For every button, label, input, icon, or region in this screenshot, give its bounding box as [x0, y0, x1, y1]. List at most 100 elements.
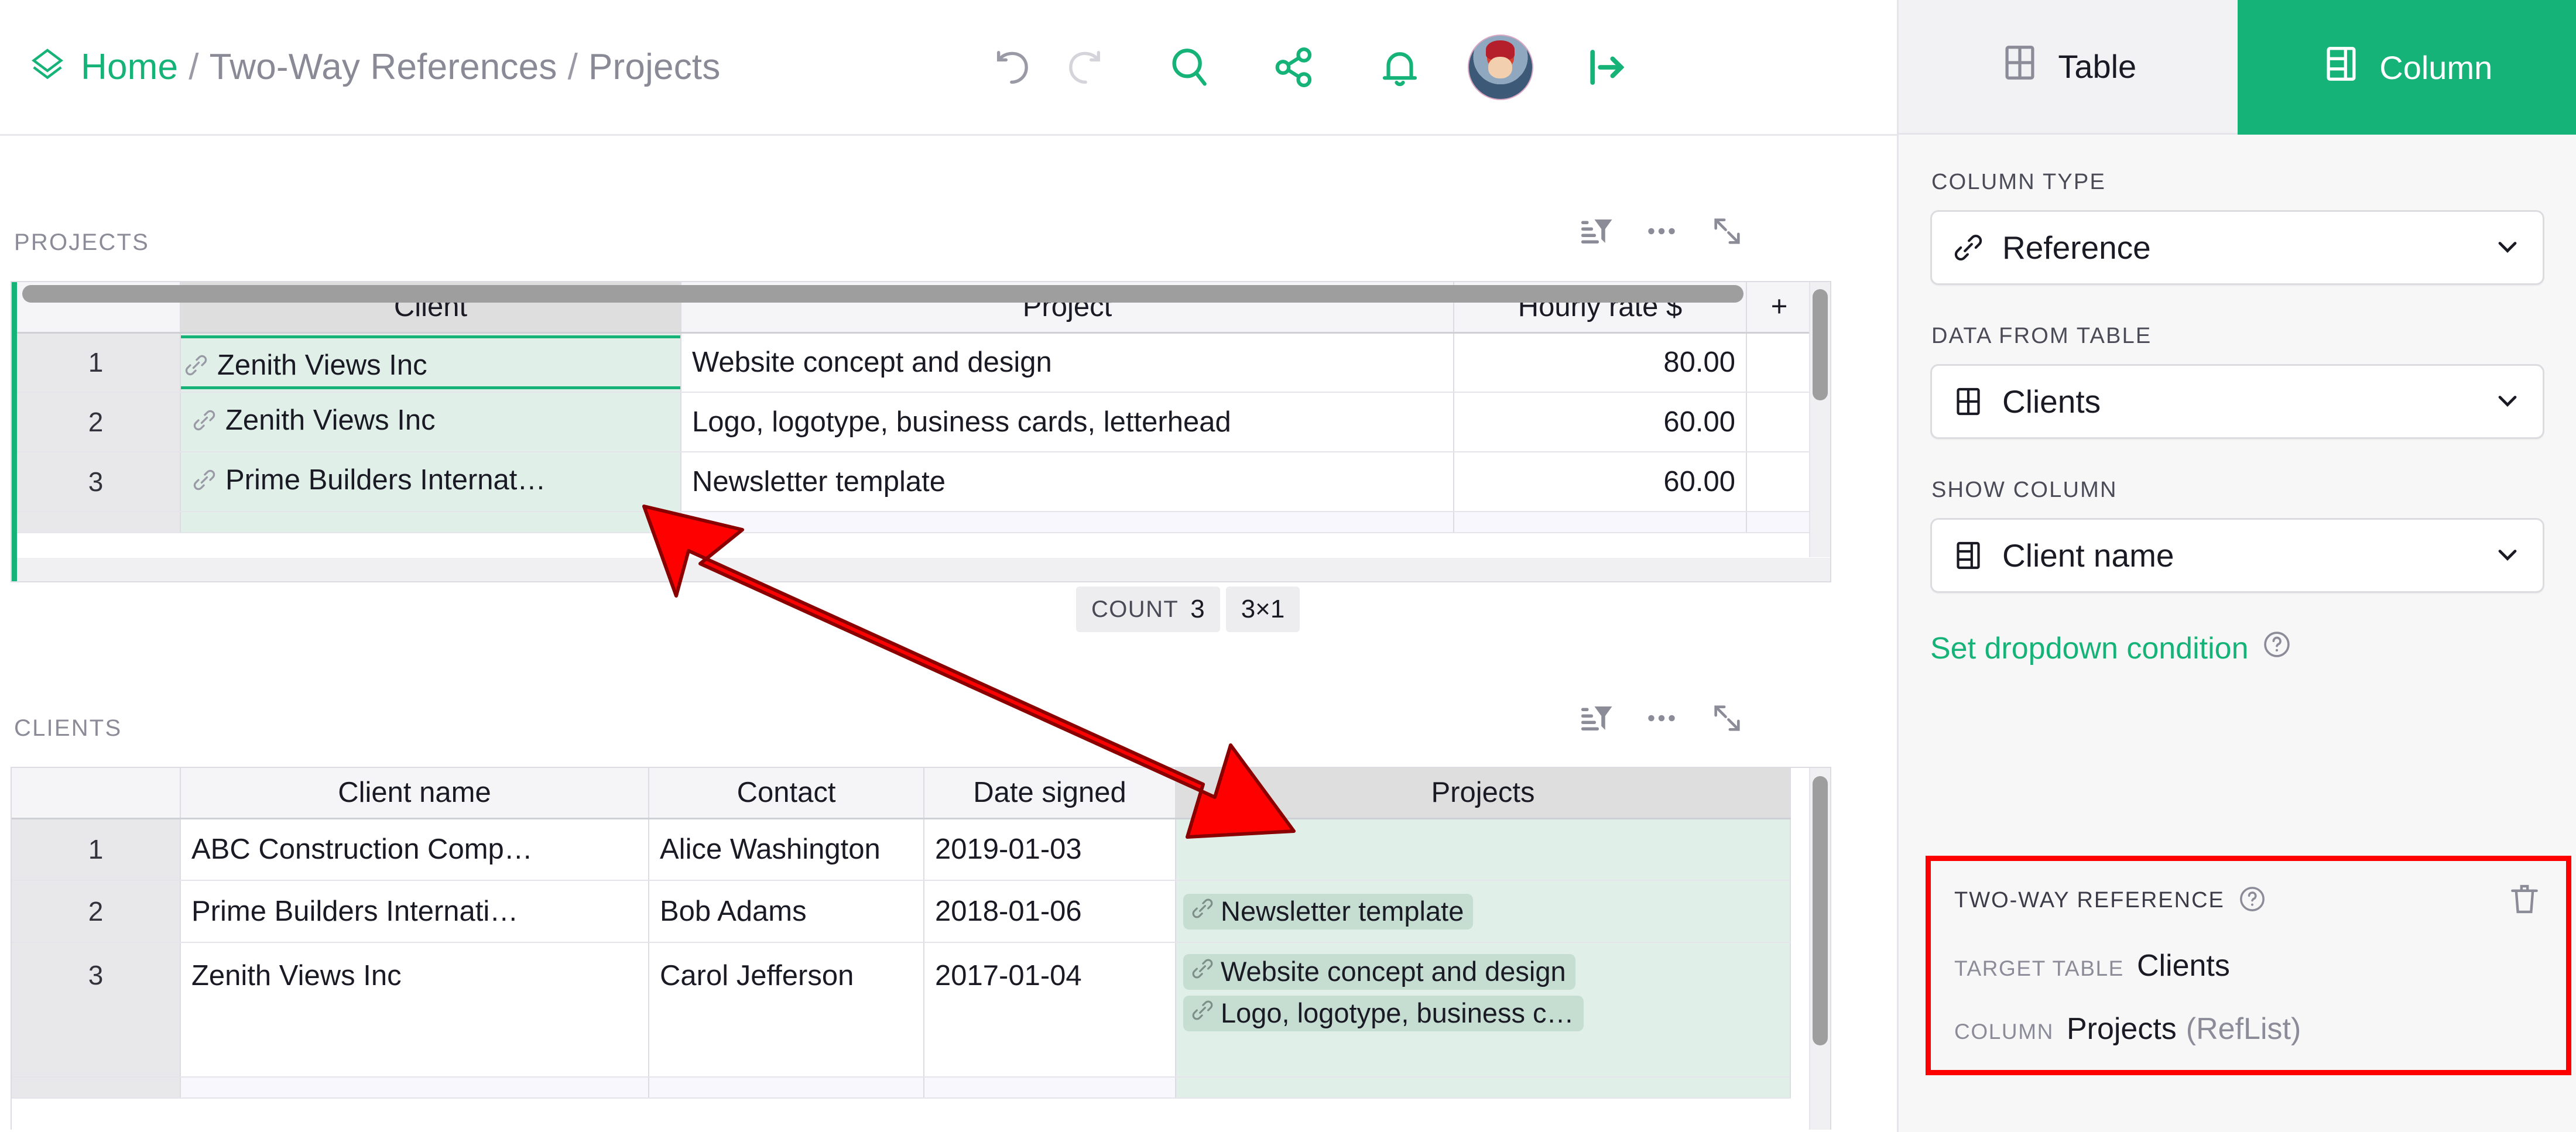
show-column-label: SHOW COLUMN — [1931, 478, 2576, 503]
more-options-icon[interactable] — [1629, 692, 1694, 745]
cell-date-new[interactable] — [924, 1077, 1176, 1098]
table-row[interactable]: 1 ABC Construction Comp… Alice Washingto… — [12, 818, 1790, 880]
chip-label: Newsletter template — [1221, 895, 1464, 927]
more-options-icon[interactable] — [1629, 205, 1694, 258]
dimensions-badge[interactable]: 3×1 — [1226, 586, 1300, 632]
clients-vscrollbar-thumb[interactable] — [1813, 776, 1828, 1045]
breadcrumb-doc[interactable]: Two-Way References — [210, 47, 557, 87]
cell-rate[interactable]: 60.00 — [1454, 392, 1746, 452]
cell-client[interactable]: Zenith Views Inc — [180, 332, 681, 392]
tab-table[interactable]: Table — [1899, 0, 2238, 135]
table-row[interactable]: 1 Zenith Views Inc W — [12, 332, 1812, 392]
help-icon[interactable] — [2238, 884, 2267, 917]
add-column-button[interactable]: + — [1746, 282, 1812, 332]
bell-icon[interactable] — [1365, 32, 1435, 102]
cell-client[interactable]: Zenith Views Inc — [180, 392, 681, 452]
breadcrumb-page[interactable]: Projects — [588, 47, 721, 87]
row-number: 2 — [12, 392, 180, 452]
breadcrumb-home[interactable]: Home — [81, 47, 178, 87]
reference-chip[interactable]: Website concept and design — [1183, 954, 1575, 990]
cell-projects[interactable]: Website concept and design Logo, logotyp… — [1176, 942, 1790, 1077]
right-config-panel: Table Column COLUMN TYPE Reference — [1897, 0, 2576, 1132]
tab-column-label: Column — [2379, 49, 2492, 87]
clients-widget-controls — [1563, 692, 1760, 745]
cell-rate-new[interactable] — [1454, 512, 1746, 533]
search-icon[interactable] — [1154, 32, 1224, 102]
redo-icon[interactable] — [1049, 32, 1119, 102]
cell-contact[interactable]: Alice Washington — [649, 818, 924, 880]
count-badge[interactable]: COUNT3 — [1076, 586, 1220, 632]
cell-projects[interactable]: Newsletter template — [1176, 880, 1790, 942]
projects-hscrollbar-track[interactable] — [17, 558, 1830, 581]
active-widget-indicator — [12, 282, 17, 581]
row-number: 1 — [12, 332, 180, 392]
dimensions-value: 3×1 — [1241, 595, 1285, 624]
grist-logo-icon[interactable] — [27, 47, 68, 88]
data-from-table-select[interactable]: Clients — [1930, 364, 2544, 439]
cell-contact-new[interactable] — [649, 1077, 924, 1098]
toolbar — [978, 32, 1641, 102]
cell-client-name-new[interactable] — [180, 1077, 649, 1098]
column-type-select[interactable]: Reference — [1930, 210, 2544, 285]
clients-col-contact[interactable]: Contact — [649, 768, 924, 818]
set-dropdown-condition-link[interactable]: Set dropdown condition — [1930, 629, 2576, 667]
target-column-row: COLUMN Projects (RefList) — [1954, 1011, 2543, 1047]
clients-col-projects[interactable]: Projects — [1176, 768, 1790, 818]
cell-date-signed[interactable]: 2019-01-03 — [924, 818, 1176, 880]
expand-icon[interactable] — [1694, 205, 1760, 258]
link-icon — [1190, 997, 1215, 1029]
cell-client[interactable]: Prime Builders Internat… — [180, 452, 681, 512]
share-icon[interactable] — [1259, 32, 1330, 102]
reference-chip[interactable]: Logo, logotype, business c… — [1183, 996, 1584, 1031]
logout-icon[interactable] — [1571, 32, 1641, 102]
cell-project-new[interactable] — [681, 512, 1454, 533]
sort-filter-icon[interactable] — [1563, 692, 1629, 745]
clients-grid: Client name Contact Date signed Projects… — [11, 767, 1831, 1130]
cell-client-name[interactable]: Zenith Views Inc — [180, 942, 649, 1077]
cell-projects-new[interactable] — [1176, 1077, 1790, 1098]
cell-project[interactable]: Newsletter template — [681, 452, 1454, 512]
cell-date-signed[interactable]: 2018-01-06 — [924, 880, 1176, 942]
trash-icon[interactable] — [2506, 881, 2543, 920]
cell-client-new[interactable] — [180, 512, 681, 533]
top-bar: Home/Two-Way References/Projects — [0, 0, 1897, 136]
cell-project[interactable]: Website concept and design — [681, 332, 1454, 392]
user-avatar[interactable] — [1468, 35, 1533, 100]
add-new-row[interactable] — [12, 512, 1812, 533]
cell-projects[interactable] — [1176, 818, 1790, 880]
add-new-row[interactable] — [12, 1077, 1790, 1098]
table-row[interactable]: 3 Prime Builders Internat… Newsletter te… — [12, 452, 1812, 512]
clients-col-name[interactable]: Client name — [180, 768, 649, 818]
count-label: COUNT — [1091, 596, 1179, 623]
cell-client-name[interactable]: ABC Construction Comp… — [180, 818, 649, 880]
clients-table: Client name Contact Date signed Projects… — [12, 768, 1791, 1099]
cell-contact[interactable]: Bob Adams — [649, 880, 924, 942]
tab-table-label: Table — [2058, 47, 2136, 85]
expand-icon[interactable] — [1694, 692, 1760, 745]
cell-project[interactable]: Logo, logotype, business cards, letterhe… — [681, 392, 1454, 452]
cell-rate[interactable]: 80.00 — [1454, 332, 1746, 392]
two-way-reference-section: TWO-WAY REFERENCE TARGET TABLE — [1926, 856, 2571, 1075]
target-column-label: COLUMN — [1954, 1020, 2054, 1044]
projects-hscrollbar-thumb[interactable] — [22, 285, 1743, 303]
selected-cell[interactable]: Zenith Views Inc — [180, 335, 681, 389]
cell-rate[interactable]: 60.00 — [1454, 452, 1746, 512]
table-row[interactable]: 2 Prime Builders Internati… Bob Adams 20… — [12, 880, 1790, 942]
link-icon — [1952, 231, 1985, 264]
undo-icon[interactable] — [978, 32, 1049, 102]
cell-contact[interactable]: Carol Jefferson — [649, 942, 924, 1077]
tab-column[interactable]: Column — [2238, 0, 2576, 135]
show-column-select[interactable]: Client name — [1930, 518, 2544, 593]
main-area: Home/Two-Way References/Projects — [0, 0, 1897, 1132]
table-row[interactable]: 2 Zenith Views Inc Logo, logotype, busin… — [12, 392, 1812, 452]
cell-client-name[interactable]: Prime Builders Internati… — [180, 880, 649, 942]
cell-date-signed[interactable]: 2017-01-04 — [924, 942, 1176, 1077]
clients-col-date[interactable]: Date signed — [924, 768, 1176, 818]
help-icon[interactable] — [2262, 629, 2292, 667]
projects-vscrollbar-thumb[interactable] — [1813, 289, 1828, 400]
clients-section-title: CLIENTS — [14, 715, 122, 742]
cell-text: Prime Builders Internat… — [225, 464, 546, 496]
sort-filter-icon[interactable] — [1563, 205, 1629, 258]
reference-chip[interactable]: Newsletter template — [1183, 894, 1473, 929]
table-row[interactable]: 3 Zenith Views Inc Carol Jefferson 2017-… — [12, 942, 1790, 1077]
